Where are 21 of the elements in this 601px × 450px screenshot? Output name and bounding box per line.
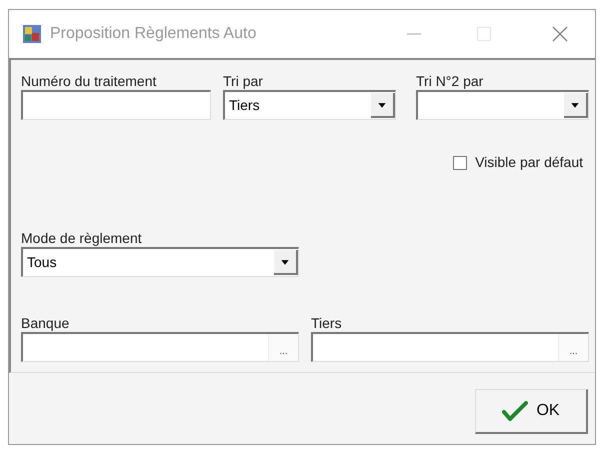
app-icon: [22, 24, 42, 44]
close-icon[interactable]: [552, 26, 568, 42]
window-title: Proposition Règlements Auto: [50, 24, 256, 44]
input-field[interactable]: [21, 90, 211, 120]
field-label: Tri par: [223, 72, 264, 88]
field-label: Banque: [21, 314, 70, 330]
browse-button[interactable]: ...: [558, 334, 588, 361]
checkbox-label: Visible par défaut: [475, 153, 583, 172]
checkbox[interactable]: [453, 156, 468, 170]
ok-button[interactable]: OK: [475, 389, 588, 434]
lookup-field[interactable]: ...: [311, 332, 589, 362]
field-label: Tri N°2 par: [416, 72, 484, 88]
field-label: Numéro du traitement: [21, 72, 158, 88]
dropdown[interactable]: [416, 90, 589, 120]
field-label: Tiers: [311, 314, 343, 330]
browse-button[interactable]: ...: [268, 334, 298, 361]
checkmark-icon: [502, 401, 528, 421]
lookup-field[interactable]: ...: [21, 332, 299, 362]
field-label: Mode de règlement: [21, 229, 143, 245]
dropdown[interactable]: Tiers: [223, 90, 396, 120]
dropdown[interactable]: Tous: [21, 247, 299, 277]
